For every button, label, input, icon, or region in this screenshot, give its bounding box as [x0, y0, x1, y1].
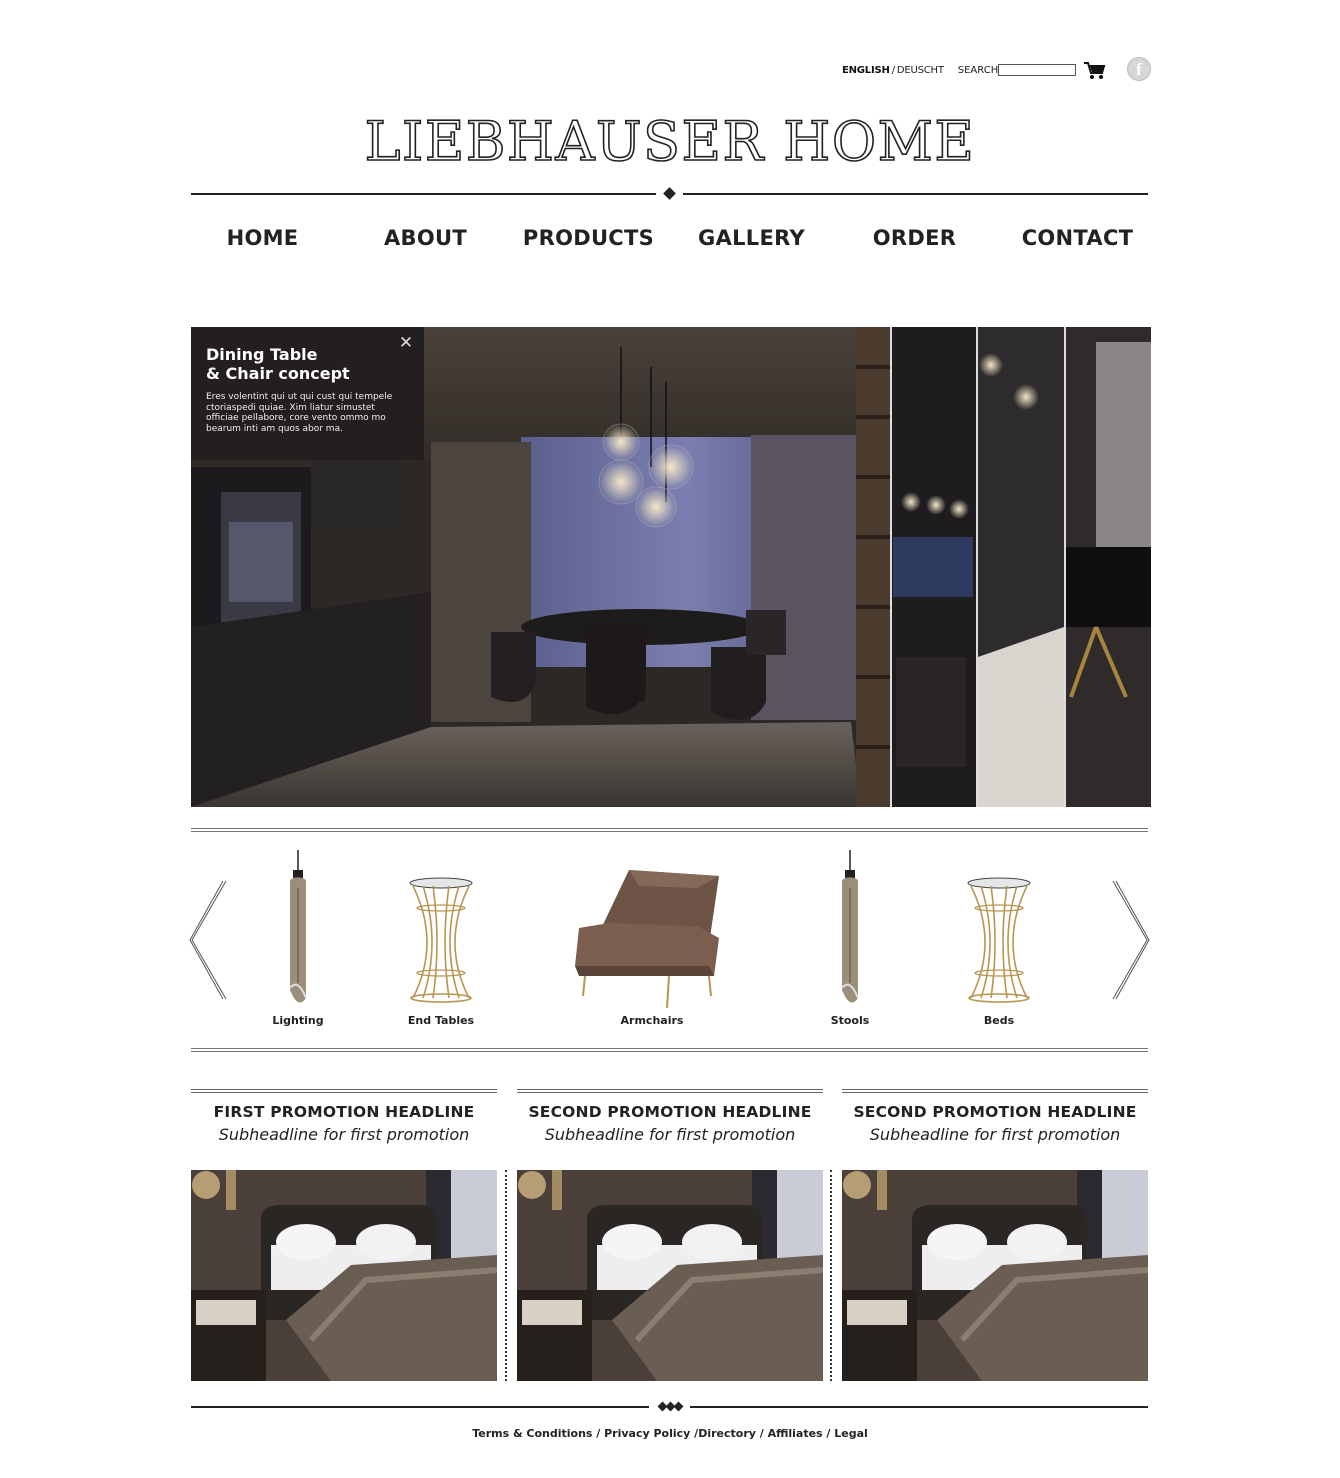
hero-title-line1: Dining Table — [206, 345, 318, 364]
footer-ornamental-divider — [191, 1400, 1148, 1414]
pendant-lamp-icon — [289, 850, 307, 1003]
hero-title: Dining Table & Chair concept — [206, 345, 409, 383]
carousel-top-divider — [191, 828, 1148, 832]
language-switcher: ENGLISH / DEUSCHT — [842, 65, 944, 76]
promo-subheadline: Subheadline for first promotion — [869, 1125, 1121, 1144]
promo-card-1[interactable]: FIRST PROMOTION HEADLINE Subheadline for… — [191, 1089, 497, 1381]
carousel-bottom-divider — [191, 1048, 1148, 1052]
promo-card-3[interactable]: SECOND PROMOTION HEADLINE Subheadline fo… — [842, 1089, 1148, 1381]
site-logo[interactable]: LIEBHAUSER HOME — [0, 109, 1340, 174]
product-lighting[interactable]: Lighting — [258, 848, 338, 1027]
nav-products[interactable]: PRODUCTS — [507, 226, 670, 250]
promo-divider — [517, 1089, 823, 1093]
end-table-icon — [409, 877, 473, 1003]
product-label: Armchairs — [620, 1014, 684, 1027]
hero-slider[interactable]: Dining Table & Chair concept Eres volent… — [191, 327, 1151, 807]
promo-headline: SECOND PROMOTION HEADLINE — [853, 1103, 1137, 1121]
promo-separator — [505, 1170, 507, 1381]
promo-image — [517, 1170, 823, 1381]
product-end-tables[interactable]: End Tables — [396, 848, 486, 1027]
product-stools[interactable]: Stools — [810, 848, 890, 1027]
top-utility-bar: ENGLISH / DEUSCHT SEARCH f — [842, 57, 1152, 82]
language-deutsch[interactable]: DEUSCHT — [897, 65, 944, 76]
nav-about[interactable]: ABOUT — [344, 226, 507, 250]
search-label: SEARCH — [957, 64, 999, 76]
promo-headline: FIRST PROMOTION HEADLINE — [213, 1103, 475, 1121]
facebook-icon[interactable]: f — [1127, 57, 1151, 81]
carousel-next-icon[interactable] — [1110, 880, 1150, 1000]
ornamental-divider — [191, 186, 1148, 202]
product-label: Stools — [830, 1014, 870, 1027]
promo-card-2[interactable]: SECOND PROMOTION HEADLINE Subheadline fo… — [517, 1089, 823, 1381]
promo-subheadline: Subheadline for first promotion — [218, 1125, 470, 1144]
armchair-icon — [575, 870, 719, 1009]
carousel-prev-icon[interactable] — [189, 880, 229, 1000]
hero-caption: Dining Table & Chair concept Eres volent… — [191, 327, 424, 460]
end-table-icon — [967, 877, 1031, 1003]
hero-body: Eres volentint qui ut qui cust qui tempe… — [206, 392, 393, 434]
nav-order[interactable]: ORDER — [833, 226, 996, 250]
language-separator: / — [891, 64, 895, 76]
search-input[interactable] — [998, 64, 1077, 76]
product-label: Beds — [983, 1014, 1015, 1027]
promo-headline: SECOND PROMOTION HEADLINE — [528, 1103, 812, 1121]
footer-links[interactable]: Terms & Conditions / Privacy Policy /Dir… — [0, 1427, 1340, 1440]
close-icon[interactable]: ✕ — [398, 335, 414, 352]
product-beds[interactable]: Beds — [954, 848, 1044, 1027]
promo-image — [191, 1170, 497, 1381]
promo-image — [842, 1170, 1148, 1381]
promo-divider — [842, 1089, 1148, 1093]
promo-subheadline: Subheadline for first promotion — [544, 1125, 796, 1144]
product-label: End Tables — [407, 1014, 475, 1027]
pendant-lamp-icon — [841, 850, 859, 1003]
nav-contact[interactable]: CONTACT — [996, 226, 1159, 250]
nav-gallery[interactable]: GALLERY — [670, 226, 833, 250]
main-navigation: HOME ABOUT PRODUCTS GALLERY ORDER CONTAC… — [181, 226, 1159, 250]
promo-divider — [191, 1089, 497, 1093]
language-english[interactable]: ENGLISH — [842, 65, 890, 76]
nav-home[interactable]: HOME — [181, 226, 344, 250]
hero-title-line2: & Chair concept — [206, 364, 350, 383]
search-area: SEARCH — [957, 64, 1077, 76]
cart-icon[interactable] — [1083, 60, 1107, 80]
product-label: Lighting — [272, 1014, 324, 1027]
product-armchairs[interactable]: Armchairs — [566, 848, 738, 1027]
promo-separator — [830, 1170, 832, 1381]
